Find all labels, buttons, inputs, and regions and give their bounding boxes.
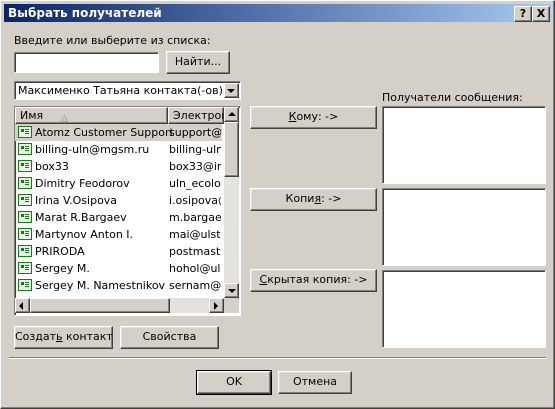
contact-name: Dimitry Feodorov <box>35 177 130 190</box>
table-row[interactable]: Marat R.Bargaev m.bargaev <box>15 209 222 226</box>
close-button[interactable]: X <box>532 6 550 22</box>
ok-button[interactable]: OK <box>196 370 272 395</box>
contact-name: PRIRODA <box>35 245 85 258</box>
scroll-right-button[interactable] <box>209 298 224 313</box>
divider <box>9 357 546 359</box>
bcc-recipients-box[interactable] <box>382 270 546 348</box>
contact-email: m.bargaev <box>169 211 221 224</box>
bcc-button[interactable]: Скрытая копия: -> <box>250 269 377 292</box>
contact-name: Marat R.Bargaev <box>35 211 127 224</box>
table-row[interactable]: Atomz Customer Supportsupport@a <box>15 124 222 141</box>
contact-name: Sergey M. <box>35 262 90 275</box>
vertical-scroll-thumb[interactable] <box>224 122 239 177</box>
table-row[interactable]: box33 box33@inb <box>15 158 222 175</box>
properties-button[interactable]: Свойства <box>120 326 219 349</box>
contact-card-icon <box>18 262 32 274</box>
contact-email: support@a <box>169 126 221 139</box>
table-row[interactable]: Sergey M. Namestnikovsernam@ul <box>15 277 222 294</box>
contact-email: sernam@ul <box>169 279 221 292</box>
scrollbar-corner <box>224 298 239 313</box>
address-book-select[interactable]: Максименко Татьяна контакта(-ов) <box>14 81 241 100</box>
scroll-left-button[interactable] <box>15 298 30 313</box>
help-button[interactable]: ? <box>514 6 532 22</box>
cancel-button[interactable]: Отмена <box>278 371 352 394</box>
column-header-name[interactable]: Имя △ <box>15 107 168 124</box>
table-row[interactable]: Martynov Anton I. mai@ulstu. <box>15 226 222 243</box>
window-title: Выбрать получателей <box>8 6 162 20</box>
contact-name: Sergey M. Namestnikov <box>35 279 166 292</box>
chevron-down-icon <box>227 89 235 93</box>
contact-card-icon <box>18 228 32 240</box>
contact-name: box33 <box>35 160 69 173</box>
contact-card-icon <box>18 177 32 189</box>
table-row[interactable]: PRIRODA postmaster <box>15 243 222 260</box>
help-icon: ? <box>519 7 527 20</box>
to-button[interactable]: Кому: -> <box>250 106 377 129</box>
contact-card-icon <box>18 279 32 291</box>
arrow-up-icon <box>228 112 236 116</box>
table-row[interactable]: Irina V.Osipova i.osipova@ <box>15 192 222 209</box>
table-row[interactable]: Sergey M. hohol@ulst <box>15 260 222 277</box>
table-row[interactable]: Dimitry Feodorov uln_ecolog <box>15 175 222 192</box>
contact-email: i.osipova@ <box>169 194 221 207</box>
table-row[interactable]: billing-uln@mgsm.ru billing-uln@ <box>15 141 222 158</box>
recipients-label: Получатели сообщения: <box>382 91 523 104</box>
contact-email: hohol@ulst <box>169 262 221 275</box>
contacts-rows: Atomz Customer Supportsupport@abilling-u… <box>15 124 224 298</box>
cc-recipients-box[interactable] <box>382 188 546 266</box>
dropdown-button[interactable] <box>224 83 239 98</box>
contacts-list[interactable]: Имя △ Электронная почта Atomz Customer S… <box>14 106 241 316</box>
find-button[interactable]: Найти... <box>166 51 230 74</box>
scroll-up-button[interactable] <box>224 107 239 122</box>
contact-name: Irina V.Osipova <box>35 194 118 207</box>
contact-name: Martynov Anton I. <box>35 228 134 241</box>
title-bar[interactable]: Выбрать получателей ? X <box>4 4 551 22</box>
to-recipients-box[interactable] <box>382 106 546 184</box>
contact-email: uln_ecolog <box>169 177 221 190</box>
new-contact-button[interactable]: Создать контакт <box>14 326 113 349</box>
contact-card-icon <box>18 126 32 138</box>
address-book-selected: Максименко Татьяна контакта(-ов) <box>18 84 223 97</box>
contact-name: Atomz Customer Support <box>35 126 174 139</box>
arrow-left-icon <box>19 302 23 310</box>
scroll-down-button[interactable] <box>224 283 239 298</box>
close-icon: X <box>536 7 546 20</box>
contact-card-icon <box>18 160 32 172</box>
select-recipients-dialog: Выбрать получателей ? X Введите или выбе… <box>0 0 555 409</box>
column-header-email[interactable]: Электронная почта <box>168 107 224 124</box>
sort-ascending-icon: △ <box>61 114 68 124</box>
contact-card-icon <box>18 245 32 257</box>
arrow-right-icon <box>214 302 218 310</box>
contact-email: mai@ulstu. <box>169 228 221 241</box>
horizontal-scroll-thumb[interactable] <box>30 298 170 313</box>
contact-card-icon <box>18 143 32 155</box>
cc-button[interactable]: Копия: -> <box>250 188 377 211</box>
contact-card-icon <box>18 194 32 206</box>
search-input[interactable] <box>14 52 159 73</box>
contact-email: billing-uln@ <box>169 143 221 156</box>
contact-email: box33@inb <box>169 160 221 173</box>
contact-email: postmaster <box>169 245 221 258</box>
search-label: Введите или выберите из списка: <box>14 34 211 47</box>
contact-name: billing-uln@mgsm.ru <box>35 143 150 156</box>
arrow-down-icon <box>228 289 236 293</box>
contact-card-icon <box>18 211 32 223</box>
